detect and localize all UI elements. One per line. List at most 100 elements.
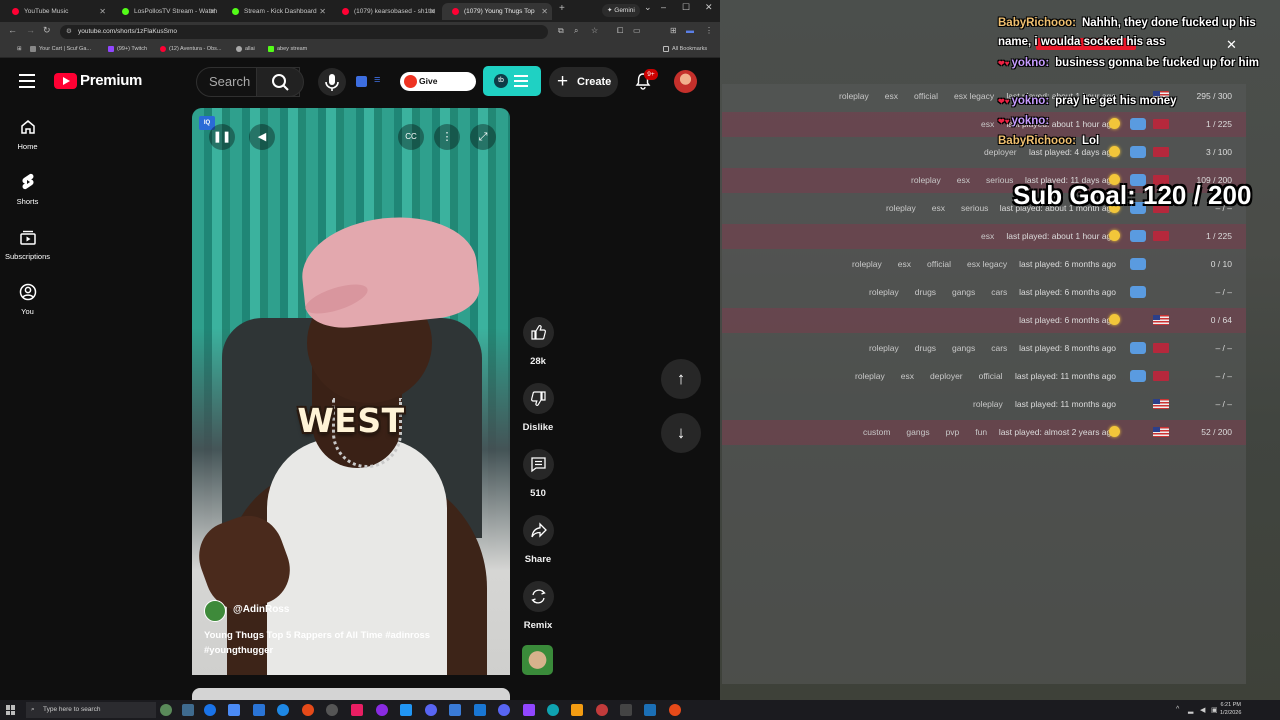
server-row[interactable]: last played: 6 months ago 0 / 64	[722, 308, 1246, 333]
extensions-icon[interactable]: ⧠	[617, 26, 623, 36]
voice-search-button[interactable]	[318, 68, 346, 96]
give-feedback-button[interactable]: Give feedback	[400, 72, 476, 105]
discord-icon[interactable]	[1130, 258, 1146, 270]
tray-chevron-icon[interactable]: ^	[1176, 706, 1179, 713]
taskbar-app-icon[interactable]	[498, 704, 510, 716]
taskbar-app-icon[interactable]	[182, 704, 194, 716]
install-app-icon[interactable]: ⧉	[558, 26, 564, 36]
taskbar-app-icon[interactable]	[376, 704, 388, 716]
close-tab-icon[interactable]: ✕	[99, 3, 106, 20]
tray-app-icon[interactable]: ▣	[1211, 706, 1218, 714]
comments-button[interactable]: 510	[522, 449, 554, 499]
maximize-icon[interactable]: ☐	[682, 2, 690, 13]
address-bar[interactable]: ⚙ youtube.com/shorts/1zFlaKusSmo	[60, 25, 548, 39]
search-button[interactable]	[256, 67, 304, 97]
taskbar-app-icon[interactable]	[160, 704, 172, 716]
taskbar-app-icon[interactable]	[547, 704, 559, 716]
video-title[interactable]: Young Thugs Top 5 Rappers of All Time #a…	[204, 628, 500, 658]
server-row[interactable]: last played: 8 months ago roleplay drugs ga…	[722, 336, 1246, 361]
taskbar-app-icon[interactable]	[596, 704, 608, 716]
taskbar-app-icon[interactable]	[449, 704, 461, 716]
apps-icon[interactable]: ⊞	[8, 41, 22, 58]
server-row[interactable]: last played: 6 months ago roleplay drugs ga…	[722, 280, 1246, 305]
windows-start-icon[interactable]	[6, 705, 16, 715]
reload-icon[interactable]: ↻	[43, 25, 51, 36]
server-row[interactable]: last played: 11 months ago roleplay – / –	[722, 392, 1246, 417]
fullscreen-icon[interactable]: ⤢	[470, 124, 496, 150]
tab-search-icon[interactable]: ⌄	[644, 2, 652, 13]
discord-icon[interactable]	[1130, 286, 1146, 298]
forward-icon[interactable]: →	[26, 25, 35, 35]
server-row[interactable]: last played: 6 months ago roleplay esx offi…	[722, 252, 1246, 277]
tab-kick-dashboard[interactable]: Stream - Kick Dashboard ✕	[222, 3, 330, 20]
extension-icon[interactable]: ⊞	[670, 26, 677, 35]
discord-icon[interactable]	[1130, 370, 1146, 382]
bookmark-item[interactable]: abey stream	[268, 41, 307, 58]
more-options-icon[interactable]: ⋮	[434, 124, 460, 150]
tab-kearsobased[interactable]: (1079) kearsobased - sh1tlo ✕	[332, 3, 440, 20]
taskbar-app-icon[interactable]	[400, 704, 412, 716]
sound-thumbnail[interactable]	[522, 645, 553, 675]
sidepanel-icon[interactable]: ▭	[633, 26, 641, 35]
bookmark-item[interactable]: allai	[236, 41, 255, 58]
chrome-taskbar-icon[interactable]	[302, 704, 314, 716]
new-tab-icon[interactable]: +	[559, 3, 565, 14]
close-tab-icon[interactable]: ✕	[541, 3, 548, 20]
bookmark-item[interactable]: Your Cart | Scuf Ga...	[30, 41, 91, 58]
list-icon[interactable]: ≡	[374, 74, 380, 86]
server-row[interactable]: last played: 11 months ago roleplay esx dep…	[722, 364, 1246, 389]
steam-taskbar-icon[interactable]	[644, 704, 656, 716]
closed-captions-icon[interactable]: CC	[398, 124, 424, 150]
bookmark-item[interactable]: (12) Aventura - Obs...	[160, 41, 221, 58]
sidebar-item-you[interactable]: You	[0, 283, 55, 316]
taskbar-app-icon[interactable]	[228, 704, 240, 716]
taskbar-app-icon[interactable]	[571, 704, 583, 716]
all-bookmarks[interactable]: All Bookmarks	[663, 41, 707, 58]
sidebar-item-home[interactable]: Home	[0, 118, 55, 151]
network-icon[interactable]: ▂	[1188, 706, 1193, 714]
taskbar-app-icon[interactable]	[277, 704, 289, 716]
discord-taskbar-icon[interactable]	[425, 704, 437, 716]
tubebuddy-button[interactable]: tb	[483, 66, 541, 96]
site-info-icon[interactable]: ⚙	[66, 25, 72, 39]
minimize-icon[interactable]: –	[661, 2, 666, 12]
extension-icon[interactable]	[356, 76, 367, 87]
discord-icon[interactable]	[1130, 230, 1146, 242]
close-window-icon[interactable]: ✕	[705, 2, 713, 13]
discord-icon[interactable]	[1130, 342, 1146, 354]
taskbar-app-icon[interactable]	[253, 704, 265, 716]
channel-avatar[interactable]	[204, 600, 226, 622]
back-icon[interactable]: ←	[8, 25, 17, 35]
create-button[interactable]: + Create	[549, 67, 618, 97]
next-short-button[interactable]: ↓	[661, 413, 701, 453]
remix-button[interactable]: Remix	[522, 581, 554, 631]
channel-name[interactable]: @AdinRoss	[233, 604, 289, 615]
menu-icon[interactable]	[19, 74, 35, 88]
volume-icon[interactable]: ◀	[249, 124, 275, 150]
profile-extension-icon[interactable]: ▬	[686, 26, 694, 35]
youtube-logo-icon[interactable]	[54, 73, 77, 89]
sidebar-item-shorts[interactable]: Shorts	[0, 173, 55, 206]
close-tab-icon[interactable]: ✕	[429, 3, 436, 20]
share-button[interactable]: Share	[522, 515, 554, 565]
dislike-button[interactable]: Dislike	[522, 383, 554, 433]
taskbar-app-icon[interactable]	[620, 704, 632, 716]
twitch-taskbar-icon[interactable]	[523, 704, 535, 716]
shorts-video-player[interactable]: WEST IQ ❚❚ ◀ CC ⋮ ⤢ @AdinRoss Young Thug…	[192, 108, 510, 675]
pause-icon[interactable]: ❚❚	[209, 124, 235, 150]
close-tab-icon[interactable]: ✕	[209, 3, 216, 20]
tab-youtube-music[interactable]: YouTube Music ✕	[2, 3, 110, 20]
server-row[interactable]: last played: almost 2 years ago custom gan…	[722, 420, 1246, 445]
taskbar-search-input[interactable]: ⌕ Type here to search	[26, 702, 156, 718]
bookmark-star-icon[interactable]: ☆	[591, 26, 598, 35]
server-row[interactable]: last played: about 1 hour ago esx 1 / 225	[722, 224, 1246, 249]
sidebar-item-subscriptions[interactable]: Subscriptions	[0, 228, 55, 261]
previous-short-button[interactable]: ↑	[661, 359, 701, 399]
bookmark-item[interactable]: (99+) Twitch	[108, 41, 147, 58]
chrome-taskbar-icon[interactable]	[669, 704, 681, 716]
tab-young-thugs[interactable]: (1079) Young Thugs Top ✕	[442, 3, 552, 20]
gemini-button[interactable]: ✦ Gemini	[602, 4, 640, 17]
taskbar-app-icon[interactable]	[204, 704, 216, 716]
like-button[interactable]: 28k	[522, 317, 554, 367]
tab-lospollos[interactable]: LosPollosTV Stream - Watch ✕	[112, 3, 220, 20]
